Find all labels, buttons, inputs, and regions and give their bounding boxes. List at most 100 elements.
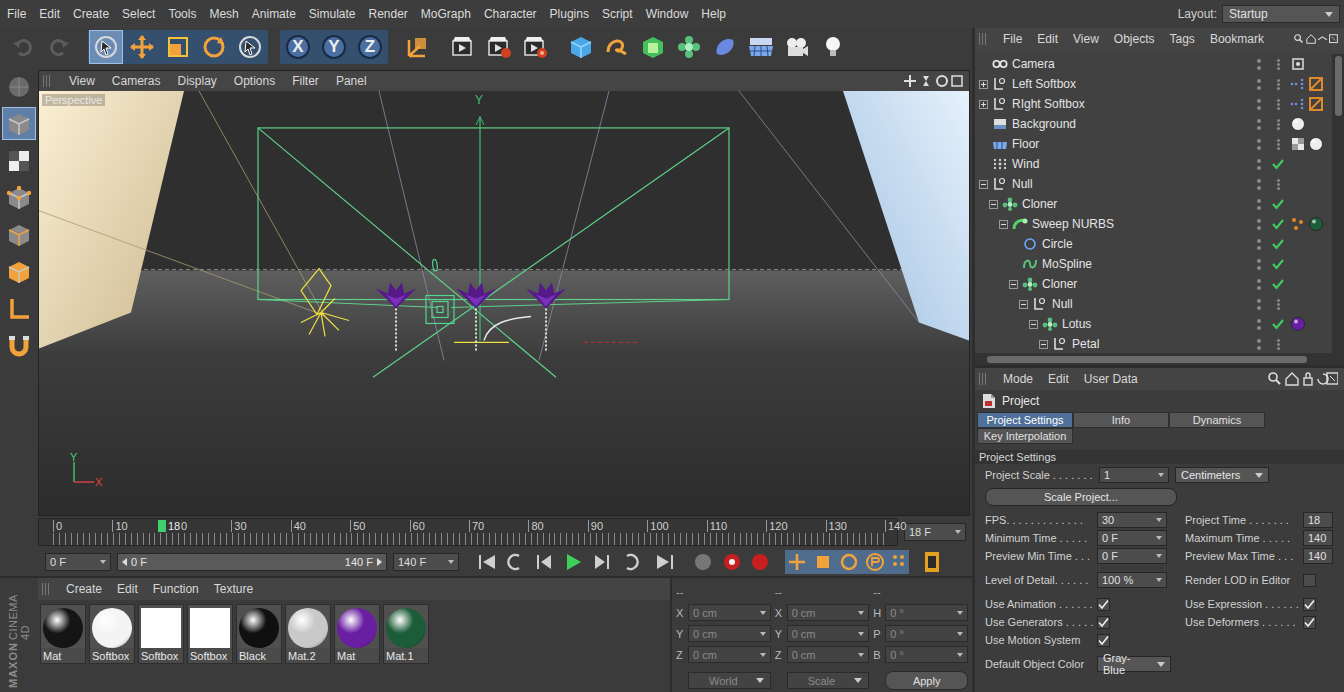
- mograph-tag-icon[interactable]: [1290, 216, 1306, 232]
- menu-item[interactable]: Select: [122, 7, 155, 21]
- render-view-button[interactable]: [446, 30, 480, 64]
- current-frame-field[interactable]: 18 F: [904, 523, 966, 541]
- layout-dropdown[interactable]: Startup: [1222, 5, 1340, 23]
- points-mode-button[interactable]: [2, 181, 36, 214]
- visibility-toggle[interactable]: [1248, 279, 1270, 290]
- checkbox[interactable]: [1303, 598, 1316, 611]
- object-menu-item[interactable]: View: [1073, 32, 1099, 46]
- move-button[interactable]: [125, 30, 159, 64]
- material-swatch[interactable]: Softbox: [138, 604, 184, 664]
- timeline-ruler[interactable]: 010203040506070809010011012013014018: [38, 518, 898, 546]
- visibility-toggle[interactable]: [1248, 259, 1270, 270]
- attribute-menu-item[interactable]: Mode: [1003, 372, 1033, 386]
- object-menu-item[interactable]: Tags: [1170, 32, 1195, 46]
- material-tag-icon[interactable]: [1308, 216, 1324, 232]
- material-swatch[interactable]: Mat.2: [285, 604, 331, 664]
- edges-mode-button[interactable]: [2, 218, 36, 251]
- material-swatch[interactable]: Softbox: [187, 604, 233, 664]
- film-icon[interactable]: [925, 552, 939, 572]
- attribute-tab[interactable]: Dynamics: [1169, 412, 1265, 428]
- enabled-toggle[interactable]: [1270, 238, 1286, 250]
- enabled-toggle[interactable]: [1270, 158, 1286, 170]
- axis-lock-button[interactable]: Z: [353, 30, 387, 64]
- scene-canvas[interactable]: PerspectiveYYX: [39, 91, 969, 515]
- project-scale-field[interactable]: 1: [1099, 467, 1169, 483]
- object-manager-tools-icon[interactable]: [1294, 32, 1338, 46]
- object-row[interactable]: Lotus: [975, 314, 1332, 334]
- attribute-menu-item[interactable]: User Data: [1084, 372, 1138, 386]
- enabled-toggle[interactable]: [1270, 198, 1286, 210]
- collapse-icon[interactable]: [999, 220, 1008, 229]
- collapse-icon[interactable]: [1019, 300, 1028, 309]
- object-row[interactable]: Left Softbox: [975, 74, 1332, 94]
- coordinate-dropdown[interactable]: Scale: [787, 672, 870, 689]
- object-menu-item[interactable]: Edit: [1037, 32, 1058, 46]
- menu-item[interactable]: Tools: [168, 7, 196, 21]
- viewport-menu-item[interactable]: Display: [177, 74, 216, 88]
- next-frame-icon[interactable]: [595, 555, 605, 569]
- scale-project-button[interactable]: Scale Project...: [985, 488, 1177, 506]
- object-row[interactable]: Camera: [975, 54, 1332, 74]
- menu-item[interactable]: Script: [602, 7, 633, 21]
- playhead[interactable]: [158, 520, 166, 532]
- unit-dropdown[interactable]: Centimeters: [1175, 467, 1269, 483]
- recent-button[interactable]: [233, 30, 267, 64]
- number-field[interactable]: 0 F: [1097, 530, 1167, 546]
- number-field[interactable]: 0 F: [1097, 548, 1167, 564]
- key-position-icon[interactable]: [789, 554, 805, 570]
- visibility-toggle[interactable]: [1248, 139, 1270, 150]
- live-select-button[interactable]: [89, 30, 123, 64]
- visibility-toggle[interactable]: [1248, 199, 1270, 210]
- menu-item[interactable]: Window: [646, 7, 689, 21]
- model-mode-button[interactable]: [2, 107, 36, 140]
- material-tag-icon[interactable]: [1308, 136, 1324, 152]
- object-row[interactable]: MoSpline: [975, 254, 1332, 274]
- expand-icon[interactable]: [979, 100, 988, 109]
- enabled-toggle[interactable]: [1270, 278, 1286, 290]
- floor-button[interactable]: [744, 30, 778, 64]
- enabled-toggle[interactable]: [1270, 143, 1286, 146]
- menu-item[interactable]: Edit: [39, 7, 60, 21]
- playback-controls[interactable]: [475, 550, 955, 574]
- collapse-icon[interactable]: [1039, 340, 1048, 349]
- visibility-toggle[interactable]: [1248, 79, 1270, 90]
- object-menu-item[interactable]: Bookmark: [1210, 32, 1264, 46]
- key-point-icon[interactable]: [893, 555, 904, 566]
- menu-item[interactable]: Help: [701, 7, 726, 21]
- viewport-menu-item[interactable]: Panel: [336, 74, 367, 88]
- number-field[interactable]: 18: [1303, 512, 1333, 528]
- redo-button[interactable]: [42, 30, 76, 64]
- prev-key-icon[interactable]: [508, 555, 519, 569]
- enabled-toggle[interactable]: [1270, 218, 1286, 230]
- material-swatch[interactable]: Softbox: [89, 604, 135, 664]
- compositing-tag-icon[interactable]: [1308, 76, 1324, 92]
- viewport-menu-item[interactable]: Filter: [292, 74, 319, 88]
- light-button[interactable]: [816, 30, 850, 64]
- auto-record-icon[interactable]: [752, 554, 768, 570]
- material-menu-item[interactable]: Function: [153, 582, 199, 596]
- enabled-toggle[interactable]: [1270, 183, 1286, 186]
- protection-tag-icon[interactable]: [1290, 56, 1306, 72]
- object-menu-item[interactable]: File: [1003, 32, 1022, 46]
- snap-mode-button[interactable]: [2, 329, 36, 362]
- number-field[interactable]: 140: [1303, 530, 1333, 546]
- object-row[interactable]: Null: [975, 294, 1332, 314]
- object-row[interactable]: Circle: [975, 234, 1332, 254]
- visibility-toggle[interactable]: [1248, 339, 1270, 350]
- first-frame-icon[interactable]: [479, 555, 481, 569]
- visibility-toggle[interactable]: [1248, 179, 1270, 190]
- coordinate-field[interactable]: 0 cm: [688, 625, 771, 642]
- menu-item[interactable]: Character: [484, 7, 537, 21]
- menu-item[interactable]: MoGraph: [421, 7, 471, 21]
- key-rotation-icon[interactable]: [842, 555, 856, 569]
- menu-item[interactable]: File: [7, 7, 26, 21]
- camera-button[interactable]: [780, 30, 814, 64]
- render-settings-button[interactable]: [518, 30, 552, 64]
- compositing-tag-icon[interactable]: [1308, 96, 1324, 112]
- object-row[interactable]: RIght Softbox: [975, 94, 1332, 114]
- attribute-tab[interactable]: Project Settings: [977, 412, 1073, 428]
- horizontal-scrollbar[interactable]: [975, 353, 1344, 365]
- range-slider[interactable]: 0 F140 F: [117, 553, 387, 571]
- object-row[interactable]: Null: [975, 174, 1332, 194]
- enabled-toggle[interactable]: [1270, 303, 1286, 306]
